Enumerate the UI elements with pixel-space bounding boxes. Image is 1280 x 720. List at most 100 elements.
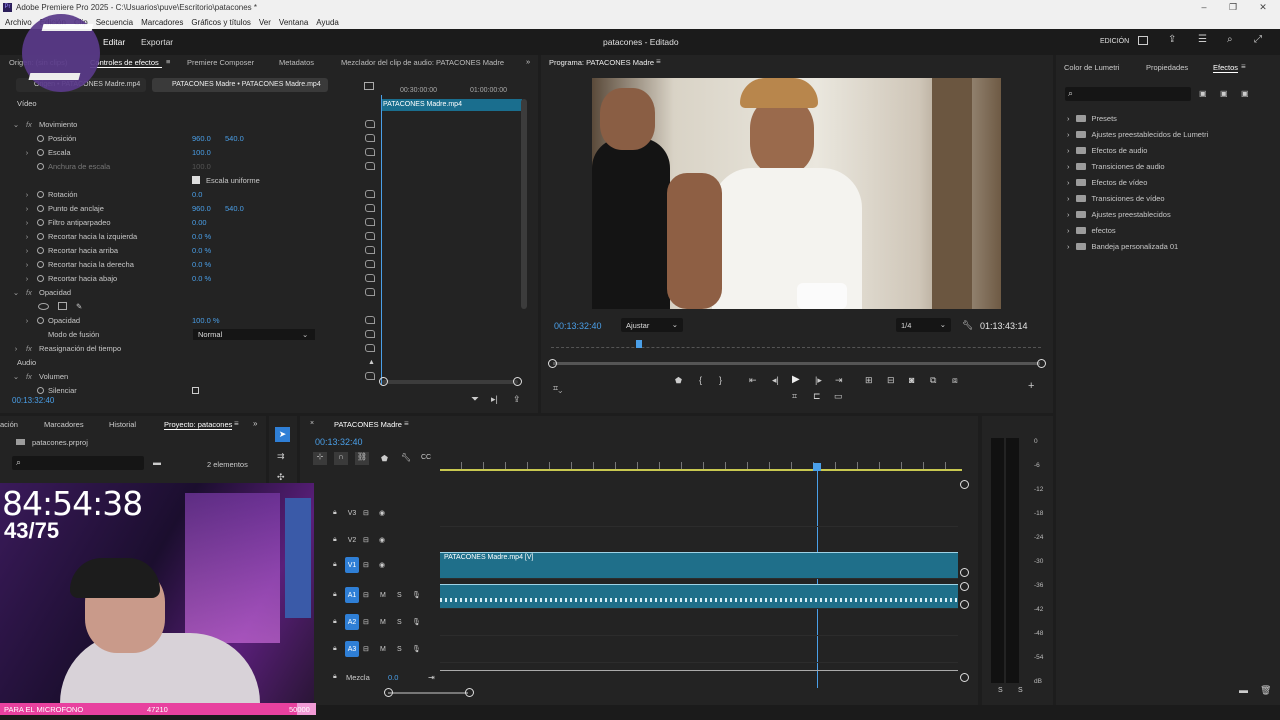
trim-icon[interactable]: ⧈ bbox=[952, 375, 958, 386]
solo-right-button[interactable]: S bbox=[1018, 687, 1023, 694]
share-icon[interactable]: ⇪ bbox=[1168, 34, 1176, 45]
ec-zoom-bar[interactable] bbox=[382, 380, 518, 384]
tab-historial[interactable]: Historial bbox=[109, 420, 136, 429]
timeline-vscroll-mid[interactable] bbox=[960, 568, 969, 577]
timeline-vscroll-top[interactable] bbox=[960, 480, 969, 489]
ec-playhead[interactable] bbox=[381, 95, 382, 385]
nest-icon[interactable]: ⊹ bbox=[313, 452, 327, 465]
solo-left-button[interactable]: S bbox=[998, 687, 1003, 694]
sync-lock-icon[interactable]: ⊟ bbox=[363, 618, 369, 626]
step-forward-icon[interactable]: |▸ bbox=[815, 375, 822, 386]
workspace-panel-icon[interactable] bbox=[1138, 36, 1148, 45]
reset-icon[interactable] bbox=[365, 288, 375, 296]
track-target[interactable]: V2 bbox=[345, 532, 359, 548]
sync-lock-icon[interactable]: ⊟ bbox=[363, 645, 369, 653]
chevron-right-icon[interactable]: › bbox=[1067, 178, 1070, 187]
mute-button[interactable]: M bbox=[380, 646, 386, 653]
chevron-icon[interactable]: › bbox=[22, 218, 32, 227]
program-zoom-right-handle[interactable] bbox=[1037, 359, 1046, 368]
blend-mode-select[interactable]: Normal bbox=[193, 328, 315, 340]
effects-bin-item[interactable]: › Transiciones de audio bbox=[1067, 159, 1165, 173]
chevron-icon[interactable]: › bbox=[22, 232, 32, 241]
collapse-icon[interactable]: ▲ bbox=[368, 359, 375, 366]
a1-clip[interactable] bbox=[440, 584, 958, 608]
stopwatch-icon[interactable] bbox=[37, 204, 44, 212]
timeline-ruler[interactable] bbox=[440, 462, 962, 471]
timeline-zoom-bar[interactable] bbox=[388, 692, 468, 694]
chevron-icon[interactable]: › bbox=[22, 274, 32, 283]
extract-icon[interactable]: ⊟ bbox=[887, 375, 895, 386]
track-header[interactable]: 🔒︎ V3 ⊟ ◉ bbox=[325, 500, 440, 526]
menu-item[interactable]: Ayuda bbox=[316, 18, 339, 27]
reset-icon[interactable] bbox=[365, 316, 375, 324]
mix-lock-icon[interactable]: 🔒︎ bbox=[333, 673, 337, 681]
reset-icon[interactable] bbox=[365, 204, 375, 212]
reset-icon[interactable] bbox=[365, 190, 375, 198]
32bit-effects-icon[interactable]: ▣ bbox=[1220, 89, 1228, 98]
ec-row[interactable]: ⌄ fx Opacidad bbox=[0, 285, 380, 299]
menu-item[interactable]: Ver bbox=[259, 18, 271, 27]
reset-icon[interactable] bbox=[365, 330, 375, 338]
stopwatch-icon[interactable] bbox=[37, 148, 44, 156]
go-to-end-icon[interactable]: ⇥ bbox=[428, 673, 435, 682]
project-overflow-icon[interactable]: » bbox=[253, 419, 257, 428]
ec-row[interactable]: Modo de fusión Normal ⌄ bbox=[0, 327, 380, 341]
reset-icon[interactable] bbox=[365, 372, 375, 380]
menu-lines-icon[interactable]: ☰ bbox=[1198, 34, 1207, 45]
comparison-view-icon[interactable]: ⧉ bbox=[930, 375, 936, 386]
accelerated-effects-icon[interactable]: ▣ bbox=[1199, 89, 1207, 98]
snap-icon[interactable]: ∩ bbox=[334, 452, 348, 465]
reset-icon[interactable] bbox=[365, 274, 375, 282]
resolution-select[interactable]: 1/4 ⌄ bbox=[896, 318, 951, 332]
effects-bin-item[interactable]: › Efectos de vídeo bbox=[1067, 175, 1147, 189]
tab-proyecto[interactable]: Proyecto: patacones bbox=[164, 420, 233, 430]
program-playhead[interactable] bbox=[636, 340, 642, 348]
lift-icon[interactable]: ⊞ bbox=[865, 375, 873, 386]
ec-row[interactable]: Escala uniforme bbox=[0, 173, 380, 187]
go-to-out-icon[interactable]: ⇥ bbox=[835, 375, 843, 386]
ec-clip-bar[interactable]: PATACONES Madre.mp4 bbox=[381, 99, 522, 111]
ec-row[interactable]: Anchura de escala 100.0 bbox=[0, 159, 380, 173]
chevron-icon[interactable]: ⌄ bbox=[11, 372, 21, 381]
timeline-vscroll-a[interactable] bbox=[960, 582, 969, 591]
stopwatch-icon[interactable] bbox=[37, 162, 44, 170]
ec-row[interactable]: › Escala 100.0 bbox=[0, 145, 380, 159]
sequence-clip-tab[interactable]: PATACONES Madre • PATACONES Madre.mp4 bbox=[152, 78, 328, 92]
mark-out-icon[interactable]: } bbox=[719, 375, 722, 385]
effects-bin-item[interactable]: › Presets bbox=[1067, 111, 1117, 125]
play-audio-icon[interactable]: ▸| bbox=[491, 394, 498, 405]
fullscreen-icon[interactable]: ⤢ bbox=[1254, 34, 1262, 45]
mix-value[interactable]: 0.0 bbox=[388, 673, 398, 682]
chevron-right-icon[interactable]: › bbox=[1067, 210, 1070, 219]
ec-row[interactable]: › Recortar hacia la izquierda 0.0 % bbox=[0, 229, 380, 243]
track-header[interactable]: 🔒︎ A3 ⊟ M S 🎙︎ bbox=[325, 636, 440, 662]
tab-propiedades[interactable]: Propiedades bbox=[1146, 63, 1188, 72]
ec-row[interactable]: ⌄ fx Volumen bbox=[0, 369, 380, 383]
ellipse-mask-icon[interactable] bbox=[38, 302, 49, 310]
tab-color-lumetri[interactable]: Color de Lumetri bbox=[1064, 63, 1119, 72]
ec-value[interactable]: 0.0 % bbox=[192, 232, 211, 241]
lock-icon[interactable]: 🔒︎ bbox=[333, 618, 337, 626]
minimize-button[interactable]: – bbox=[1189, 0, 1219, 15]
ec-value[interactable]: 0.0 % bbox=[192, 274, 211, 283]
ec-value[interactable]: 0.0 % bbox=[192, 260, 211, 269]
menu-item[interactable]: Marcadores bbox=[141, 18, 183, 27]
chevron-icon[interactable]: › bbox=[22, 148, 32, 157]
timeline-timecode[interactable]: 00:13:32:40 bbox=[315, 437, 363, 447]
stopwatch-icon[interactable] bbox=[37, 274, 44, 282]
lock-icon[interactable]: 🔒︎ bbox=[333, 536, 337, 544]
marker-icon[interactable]: ⬟ bbox=[675, 376, 682, 385]
reset-icon[interactable] bbox=[365, 260, 375, 268]
ec-value[interactable]: 100.0 bbox=[192, 148, 211, 157]
chevron-icon[interactable]: › bbox=[22, 204, 32, 213]
tab-premiere-composer[interactable]: Premiere Composer bbox=[187, 58, 254, 67]
sync-lock-icon[interactable]: ⊟ bbox=[363, 591, 369, 599]
add-button-icon[interactable]: + bbox=[1028, 380, 1034, 392]
track-target[interactable]: V3 bbox=[345, 505, 359, 521]
fit-select[interactable]: Ajustar ⌄ bbox=[621, 318, 683, 332]
new-folder-icon[interactable]: ▬ bbox=[153, 458, 161, 467]
track-header[interactable]: 🔒︎ A2 ⊟ M S 🎙︎ bbox=[325, 609, 440, 635]
stopwatch-icon[interactable] bbox=[37, 246, 44, 254]
sync-lock-icon[interactable]: ⊟ bbox=[363, 536, 369, 544]
microphone-icon[interactable]: 🎙︎ bbox=[412, 645, 421, 653]
